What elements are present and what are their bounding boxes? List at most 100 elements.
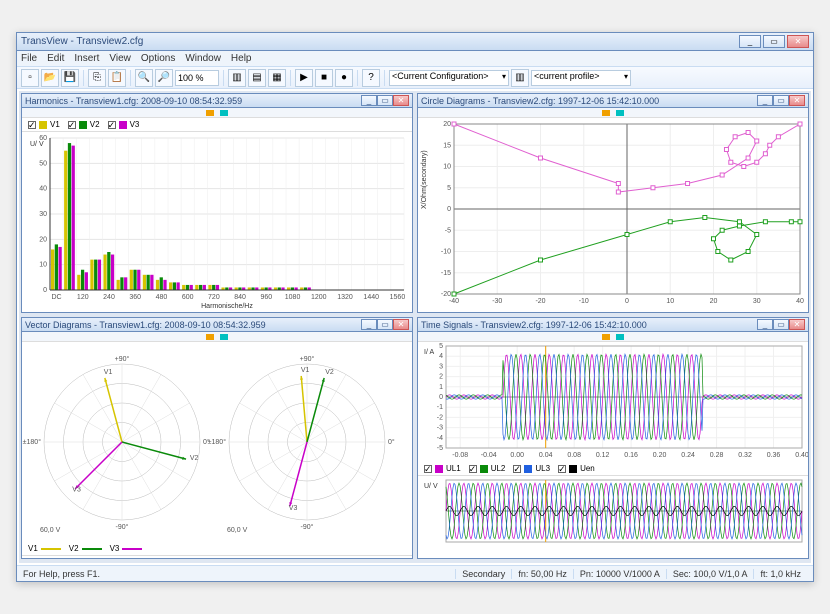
svg-text:V1: V1	[104, 369, 113, 376]
legend-ul3[interactable]: UL3	[513, 464, 550, 473]
vector-chart[interactable]: +90°0°-90°±180°V1V2V3+90°0°-90°±180°V1V2…	[22, 342, 412, 542]
svg-text:1080: 1080	[285, 294, 301, 301]
menu-edit[interactable]: Edit	[47, 53, 64, 64]
svg-text:+90°: +90°	[115, 355, 130, 363]
legend-uen[interactable]: Uen	[558, 464, 595, 473]
legend-v1[interactable]: V1	[28, 544, 61, 553]
zoom-in-icon[interactable]: 🔍	[135, 69, 153, 87]
zoom-input[interactable]	[175, 70, 219, 86]
svg-text:10: 10	[39, 262, 47, 269]
marker-b-icon[interactable]	[616, 334, 624, 340]
close-icon[interactable]: ✕	[789, 319, 805, 330]
marker-b-icon[interactable]	[616, 110, 624, 116]
new-icon[interactable]: ▫	[21, 69, 39, 87]
close-icon[interactable]: ✕	[789, 95, 805, 106]
titlebar[interactable]: TransView - Transview2.cfg _ ▭ ✕	[17, 33, 813, 51]
minimize-icon[interactable]: _	[757, 95, 773, 106]
legend-ul2[interactable]: UL2	[469, 464, 506, 473]
svg-text:1200: 1200	[311, 294, 327, 301]
harmonics-titlebar[interactable]: Harmonics - Transview1.cfg: 2008-09-10 0…	[22, 94, 412, 108]
stop-icon[interactable]: ■	[315, 69, 333, 87]
harmonics-mini-toolbar	[22, 108, 412, 118]
help-icon[interactable]: ?	[362, 69, 380, 87]
time-current-chart[interactable]: -5-4-3-2-1012345-0.08-0.040.000.040.080.…	[418, 342, 808, 462]
chart-icon[interactable]: ▥	[228, 69, 246, 87]
svg-text:V2: V2	[325, 369, 334, 376]
menu-window[interactable]: Window	[185, 53, 221, 64]
minimize-button[interactable]: _	[739, 35, 761, 48]
svg-text:-2: -2	[437, 414, 443, 421]
menu-file[interactable]: File	[21, 53, 37, 64]
config-combo[interactable]: <Current Configuration>	[389, 70, 509, 86]
window-controls: _ ▭ ✕	[739, 35, 809, 48]
close-icon[interactable]: ✕	[393, 319, 409, 330]
status-fn: fn: 50,00 Hz	[511, 569, 573, 579]
legend-v3[interactable]: V3	[110, 544, 143, 553]
mdi-area: Harmonics - Transview1.cfg: 2008-09-10 0…	[19, 91, 811, 563]
close-icon[interactable]: ✕	[393, 95, 409, 106]
time-titlebar[interactable]: Time Signals - Transview2.cfg: 1997-12-0…	[418, 318, 808, 332]
chart2-icon[interactable]: ▤	[248, 69, 266, 87]
record-icon[interactable]: ●	[335, 69, 353, 87]
separator	[384, 70, 385, 86]
time-voltage-chart[interactable]: U/ V	[418, 476, 808, 556]
maximize-button[interactable]: ▭	[763, 35, 785, 48]
svg-text:30: 30	[39, 211, 47, 218]
svg-text:720: 720	[208, 294, 220, 301]
menu-help[interactable]: Help	[231, 53, 252, 64]
minimize-icon[interactable]: _	[757, 319, 773, 330]
maximize-icon[interactable]: ▭	[773, 95, 789, 106]
close-button[interactable]: ✕	[787, 35, 809, 48]
separator	[290, 70, 291, 86]
maximize-icon[interactable]: ▭	[773, 319, 789, 330]
svg-text:0.28: 0.28	[710, 452, 724, 459]
legend-ul1[interactable]: UL1	[424, 464, 461, 473]
svg-text:30: 30	[753, 298, 761, 305]
marker-a-icon[interactable]	[206, 110, 214, 116]
chart3-icon[interactable]: ▦	[268, 69, 286, 87]
svg-text:V3: V3	[72, 487, 81, 494]
marker-a-icon[interactable]	[602, 110, 610, 116]
copy-icon[interactable]: ⎘	[88, 69, 106, 87]
circle-chart[interactable]: -40-30-20-10010203040-20-15-10-505101520…	[418, 118, 808, 312]
svg-text:60,0 V: 60,0 V	[40, 527, 61, 534]
play-icon[interactable]: ▶	[295, 69, 313, 87]
svg-text:0.00: 0.00	[510, 452, 524, 459]
svg-text:0.04: 0.04	[539, 452, 553, 459]
marker-b-icon[interactable]	[220, 334, 228, 340]
circle-titlebar[interactable]: Circle Diagrams - Transview2.cfg: 1997-1…	[418, 94, 808, 108]
open-icon[interactable]: 📂	[41, 69, 59, 87]
vector-titlebar[interactable]: Vector Diagrams - Transview1.cfg: 2008-0…	[22, 318, 412, 332]
legend-v2[interactable]: V2	[69, 544, 102, 553]
legend-v1[interactable]: V1	[28, 120, 60, 129]
minimize-icon[interactable]: _	[361, 319, 377, 330]
maximize-icon[interactable]: ▭	[377, 319, 393, 330]
svg-text:10: 10	[666, 298, 674, 305]
separator	[357, 70, 358, 86]
marker-b-icon[interactable]	[220, 110, 228, 116]
menu-view[interactable]: View	[109, 53, 131, 64]
svg-text:U/ V: U/ V	[30, 141, 44, 148]
harmonics-chart[interactable]: 0102030405060U/ VDC120240360480600720840…	[22, 132, 412, 312]
menubar: File Edit Insert View Options Window Hel…	[17, 51, 813, 67]
minimize-icon[interactable]: _	[361, 95, 377, 106]
status-help: For Help, press F1.	[23, 569, 100, 579]
paste-icon[interactable]: 📋	[108, 69, 126, 87]
menu-insert[interactable]: Insert	[74, 53, 99, 64]
zoom-out-icon[interactable]: 🔎	[155, 69, 173, 87]
profile-combo[interactable]: <current profile>	[531, 70, 631, 86]
svg-text:15: 15	[443, 142, 451, 149]
vector-window: Vector Diagrams - Transview1.cfg: 2008-0…	[21, 317, 413, 559]
svg-text:3: 3	[439, 363, 443, 370]
legend-v2[interactable]: V2	[68, 120, 100, 129]
marker-a-icon[interactable]	[602, 334, 610, 340]
menu-options[interactable]: Options	[141, 53, 175, 64]
legend-v3[interactable]: V3	[108, 120, 140, 129]
marker-a-icon[interactable]	[206, 334, 214, 340]
maximize-icon[interactable]: ▭	[377, 95, 393, 106]
config-icon[interactable]: ▥	[511, 69, 529, 87]
save-icon[interactable]: 💾	[61, 69, 79, 87]
svg-text:20: 20	[39, 236, 47, 243]
svg-text:-3: -3	[437, 425, 443, 432]
svg-text:0: 0	[439, 394, 443, 401]
